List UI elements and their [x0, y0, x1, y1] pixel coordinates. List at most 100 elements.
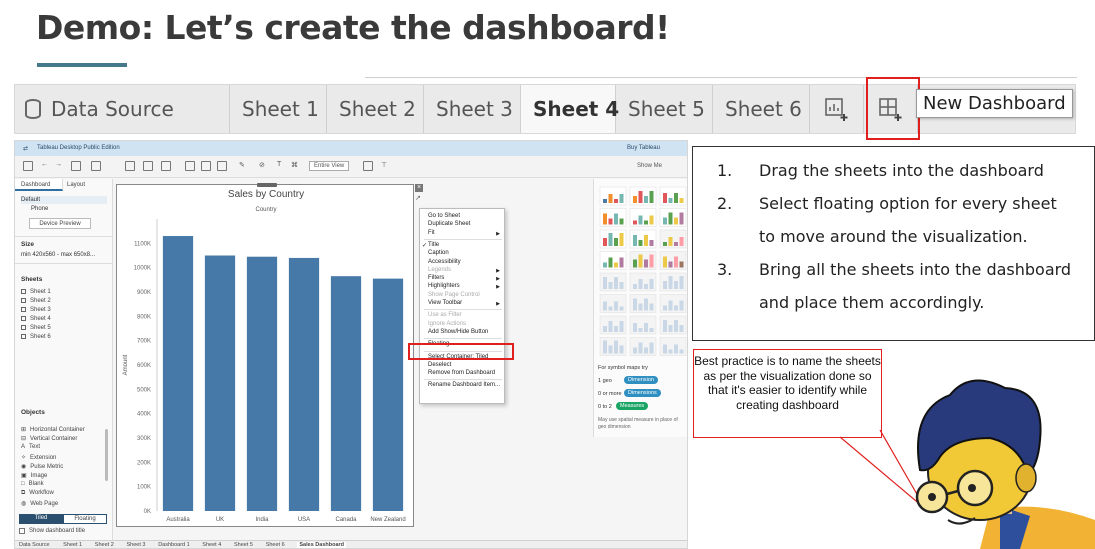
tab-sheet-2[interactable]: Sheet 2	[327, 85, 424, 133]
chart-type-thumbnail[interactable]	[629, 337, 657, 356]
bottom-tab[interactable]: Sheet 6	[266, 542, 285, 548]
device-default[interactable]: Default	[21, 197, 40, 203]
sheet-list-item[interactable]: Sheet 4	[21, 316, 51, 322]
chart-type-thumbnail[interactable]	[599, 294, 627, 313]
buy-tableau-link[interactable]: Buy Tableau	[627, 145, 660, 151]
chart-type-thumbnail[interactable]	[659, 229, 687, 249]
context-menu-item[interactable]: Rename Dashboard Item...	[428, 382, 500, 388]
swap-icon[interactable]	[185, 161, 195, 171]
pin-icon[interactable]: ⌘	[291, 161, 301, 171]
show-me-button[interactable]: Show Me	[637, 163, 662, 169]
chart-type-icons[interactable]	[594, 179, 688, 359]
chart-type-thumbnail[interactable]	[629, 315, 657, 335]
context-menu-item[interactable]: Go to Sheet	[428, 213, 460, 219]
new-sheet-icon[interactable]	[125, 161, 135, 171]
context-menu-item[interactable]: Fit	[428, 230, 435, 236]
chart-type-thumbnail[interactable]	[659, 337, 687, 356]
object-list-item[interactable]: □ Blank	[21, 481, 44, 487]
external-link-icon[interactable]: ↗	[415, 194, 421, 202]
chart-type-thumbnail[interactable]	[629, 186, 657, 206]
object-list-item[interactable]: ⊟ Vertical Container	[21, 435, 77, 442]
tab-sheet-3[interactable]: Sheet 3	[424, 85, 521, 133]
object-list-item[interactable]: ⊞ Horizontal Container	[21, 426, 85, 433]
object-list-item[interactable]: ⧉ Workflow	[21, 490, 54, 497]
context-menu-item[interactable]: Highlighters	[428, 283, 460, 289]
tab-sheet-4[interactable]: Sheet 4	[521, 85, 619, 133]
context-menu-item[interactable]: Remove from Dashboard	[428, 370, 495, 376]
chart-type-thumbnail[interactable]	[599, 229, 627, 249]
sheet-list-item[interactable]: Sheet 2	[21, 298, 51, 304]
chart-type-thumbnail[interactable]	[629, 229, 657, 249]
context-menu-item[interactable]: Accessibility	[428, 259, 461, 265]
context-menu-item[interactable]: Caption	[428, 250, 449, 256]
clear-icon[interactable]	[161, 161, 171, 171]
sheet-list-item[interactable]: Sheet 6	[21, 334, 51, 340]
chart-type-thumbnail[interactable]	[599, 315, 627, 335]
chart-type-thumbnail[interactable]	[629, 294, 657, 313]
tab-data-source[interactable]: Data Source	[15, 85, 230, 133]
bottom-tab[interactable]: Sales Dashboard	[297, 542, 347, 548]
group-icon[interactable]: ⊘	[259, 161, 269, 171]
chart-type-thumbnail[interactable]	[629, 251, 657, 270]
chart-type-thumbnail[interactable]	[659, 208, 687, 227]
bottom-tab[interactable]: Sheet 3	[127, 542, 146, 548]
sales-chart-container[interactable]: Sales by Country Country 0K 100K 200K 300K 4…	[116, 183, 414, 527]
chart-type-thumbnail[interactable]	[599, 337, 627, 356]
objects-scrollbar[interactable]	[105, 429, 108, 481]
bottom-tab[interactable]: Sheet 4	[202, 542, 221, 548]
sheet-list-item[interactable]: Sheet 3	[21, 307, 51, 313]
context-menu-item[interactable]: Deselect	[428, 362, 451, 368]
show-cards-icon[interactable]	[363, 161, 373, 171]
tab-sheet-5[interactable]: Sheet 5	[616, 85, 713, 133]
labels-icon[interactable]: T	[277, 161, 287, 171]
duplicate-icon[interactable]	[143, 161, 153, 171]
device-preview-button[interactable]: Device Preview	[29, 218, 91, 229]
object-list-item[interactable]: A Text	[21, 444, 40, 450]
chart-type-thumbnail[interactable]	[599, 272, 627, 292]
chart-type-thumbnail[interactable]	[599, 186, 627, 206]
floating-toggle[interactable]: Floating	[63, 514, 107, 524]
bottom-tab[interactable]: Data Source	[19, 542, 50, 548]
object-list-item[interactable]: ▣ Image	[21, 472, 47, 479]
context-menu-item[interactable]: View Toolbar	[428, 300, 462, 306]
tab-sheet-6[interactable]: Sheet 6	[713, 85, 810, 133]
show-title-checkbox[interactable]	[19, 528, 25, 534]
sheet-list-item[interactable]: Sheet 5	[21, 325, 51, 331]
tab-layout[interactable]: Layout	[67, 182, 85, 188]
chart-type-thumbnail[interactable]	[659, 186, 687, 206]
size-dropdown[interactable]: min 420x560 - max 650x8...	[21, 252, 95, 258]
chart-type-thumbnail[interactable]	[659, 315, 687, 335]
bottom-tab[interactable]: Sheet 2	[95, 542, 114, 548]
sort-desc-icon[interactable]	[217, 161, 227, 171]
object-list-item[interactable]: ◍ Web Page	[21, 500, 58, 507]
object-list-item[interactable]: ◉ Pulse Metric	[21, 463, 63, 470]
context-menu-item[interactable]: Duplicate Sheet	[428, 221, 470, 227]
highlight-icon[interactable]: ✎	[239, 161, 249, 171]
forward-arrow-icon[interactable]: →	[55, 161, 65, 171]
back-arrow-icon[interactable]: ←	[41, 161, 51, 171]
tableau-home-icon[interactable]	[23, 161, 33, 171]
new-worksheet-button[interactable]	[810, 85, 864, 133]
presentation-icon[interactable]: ⊤	[381, 161, 391, 171]
tab-dashboard[interactable]: Dashboard	[15, 179, 63, 191]
object-list-item[interactable]: ✧ Extension	[21, 454, 56, 461]
tab-sheet-1[interactable]: Sheet 1	[230, 85, 327, 133]
chart-type-thumbnail[interactable]	[659, 272, 687, 292]
chart-type-thumbnail[interactable]	[659, 294, 687, 313]
bottom-tab[interactable]: Dashboard 1	[158, 542, 190, 548]
context-menu-item[interactable]: Filters	[428, 275, 444, 281]
chart-type-thumbnail[interactable]	[599, 208, 627, 227]
sort-asc-icon[interactable]	[201, 161, 211, 171]
new-data-source-icon[interactable]	[91, 161, 101, 171]
fit-dropdown[interactable]: Entire View	[309, 161, 350, 171]
bottom-tab[interactable]: Sheet 1	[63, 542, 82, 548]
tiled-toggle[interactable]: Tiled	[19, 514, 63, 524]
chart-type-thumbnail[interactable]	[659, 251, 687, 270]
chart-type-thumbnail[interactable]	[629, 272, 657, 292]
chart-type-thumbnail[interactable]	[599, 251, 627, 270]
chart-type-thumbnail[interactable]	[629, 208, 657, 227]
bottom-tab[interactable]: Sheet 5	[234, 542, 253, 548]
save-icon[interactable]	[71, 161, 81, 171]
close-icon[interactable]: ×	[415, 184, 423, 192]
context-menu-item[interactable]: Title	[428, 242, 439, 248]
